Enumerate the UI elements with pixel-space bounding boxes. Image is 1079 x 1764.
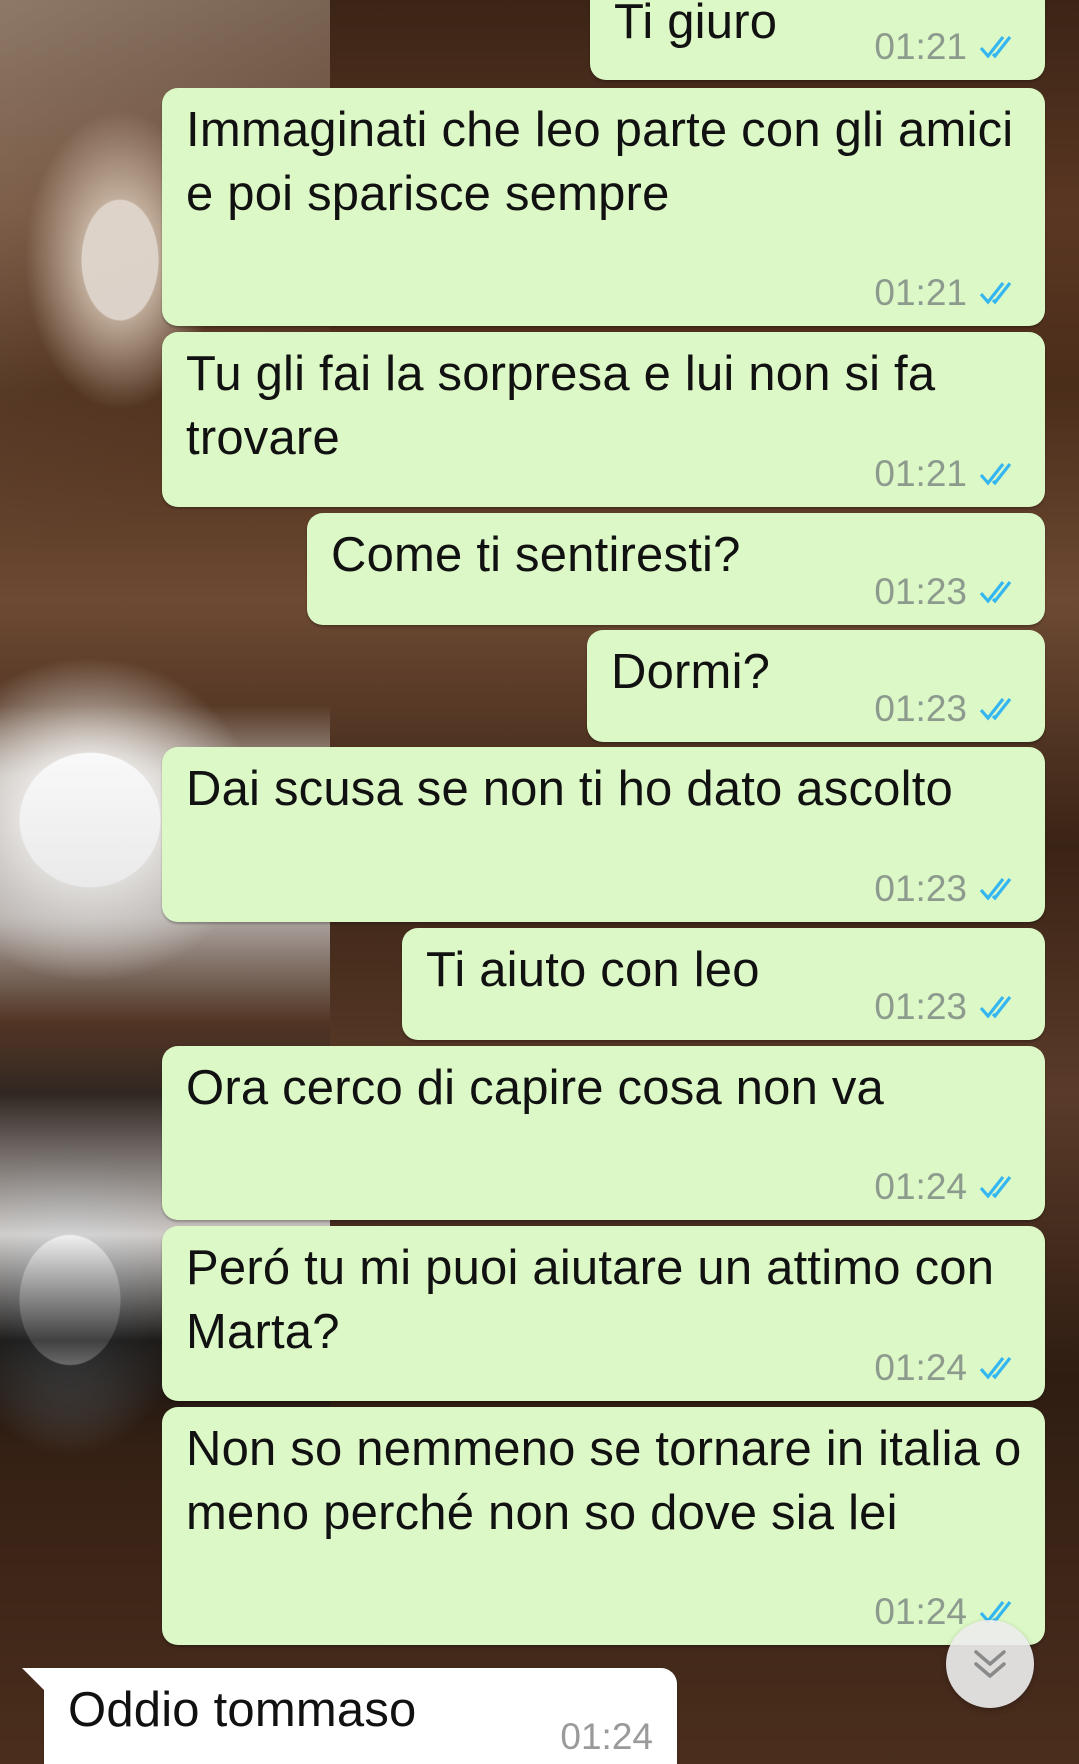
message-meta: 01:21 xyxy=(874,26,1021,68)
double-check-icon xyxy=(979,1357,1012,1380)
message-meta: 01:24 xyxy=(874,1166,1021,1208)
message-time: 01:23 xyxy=(874,571,967,612)
message-time: 01:23 xyxy=(874,986,967,1027)
message-time: 01:23 xyxy=(874,868,967,909)
message-meta: 01:23 xyxy=(874,868,1021,910)
double-check-icon xyxy=(979,878,1012,901)
message-time: 01:23 xyxy=(874,688,967,729)
message-bubble[interactable]: Immaginati che leo parte con gli amici e… xyxy=(162,88,1045,326)
scroll-to-bottom-button[interactable] xyxy=(946,1620,1034,1708)
message-time: 01:24 xyxy=(874,1591,967,1632)
message-bubble-incoming[interactable]: Oddio tommaso 01:24 xyxy=(22,1668,677,1764)
message-meta: 01:23 xyxy=(874,688,1021,730)
message-time: 01:21 xyxy=(874,26,967,67)
message-time: 01:24 xyxy=(874,1347,967,1388)
double-check-icon xyxy=(979,282,1012,305)
message-time: 01:21 xyxy=(874,453,967,494)
double-check-icon xyxy=(979,1176,1012,1199)
message-bubble[interactable]: Peró tu mi puoi aiutare un attimo con Ma… xyxy=(162,1226,1045,1401)
double-check-icon xyxy=(979,996,1012,1019)
message-time: 01:24 xyxy=(560,1716,653,1757)
double-check-icon xyxy=(979,698,1012,721)
message-meta: 01:23 xyxy=(874,986,1021,1028)
message-bubble[interactable]: Tu gli fai la sorpresa e lui non si fa t… xyxy=(162,332,1045,507)
message-bubble[interactable]: Ti giuro 01:21 xyxy=(590,0,1045,80)
message-text: Non so nemmeno se tornare in italia o me… xyxy=(186,1422,1036,1540)
message-text: Ora cerco di capire cosa non va xyxy=(186,1061,884,1115)
message-bubble[interactable]: Ti aiuto con leo 01:23 xyxy=(402,928,1045,1040)
chat-screen: Ti giuro 01:21 Immaginati che leo parte … xyxy=(0,0,1079,1764)
message-text: Peró tu mi puoi aiutare un attimo con Ma… xyxy=(186,1241,1008,1359)
message-meta: 01:23 xyxy=(874,571,1021,613)
message-time: 01:24 xyxy=(874,1166,967,1207)
double-check-icon xyxy=(979,581,1012,604)
double-check-icon xyxy=(979,463,1012,486)
message-text: Dai scusa se non ti ho dato ascolto xyxy=(186,762,953,816)
message-bubble[interactable]: Come ti sentiresti? 01:23 xyxy=(307,513,1045,625)
message-time: 01:21 xyxy=(874,272,967,313)
double-chevron-down-icon xyxy=(974,1650,1006,1678)
bubble-tail xyxy=(22,1668,46,1692)
message-meta: 01:24 xyxy=(874,1347,1021,1389)
message-bubble[interactable]: Non so nemmeno se tornare in italia o me… xyxy=(162,1407,1045,1645)
message-bubble[interactable]: Dai scusa se non ti ho dato ascolto 01:2… xyxy=(162,747,1045,922)
message-text: Tu gli fai la sorpresa e lui non si fa t… xyxy=(186,347,950,465)
double-check-icon xyxy=(979,36,1012,59)
message-meta: 01:21 xyxy=(874,272,1021,314)
message-meta: 01:21 xyxy=(874,453,1021,495)
message-text: Immaginati che leo parte con gli amici e… xyxy=(186,103,1028,221)
message-bubble[interactable]: Dormi? 01:23 xyxy=(587,630,1045,742)
message-meta: 01:24 xyxy=(560,1716,653,1758)
message-bubble[interactable]: Ora cerco di capire cosa non va 01:24 xyxy=(162,1046,1045,1220)
